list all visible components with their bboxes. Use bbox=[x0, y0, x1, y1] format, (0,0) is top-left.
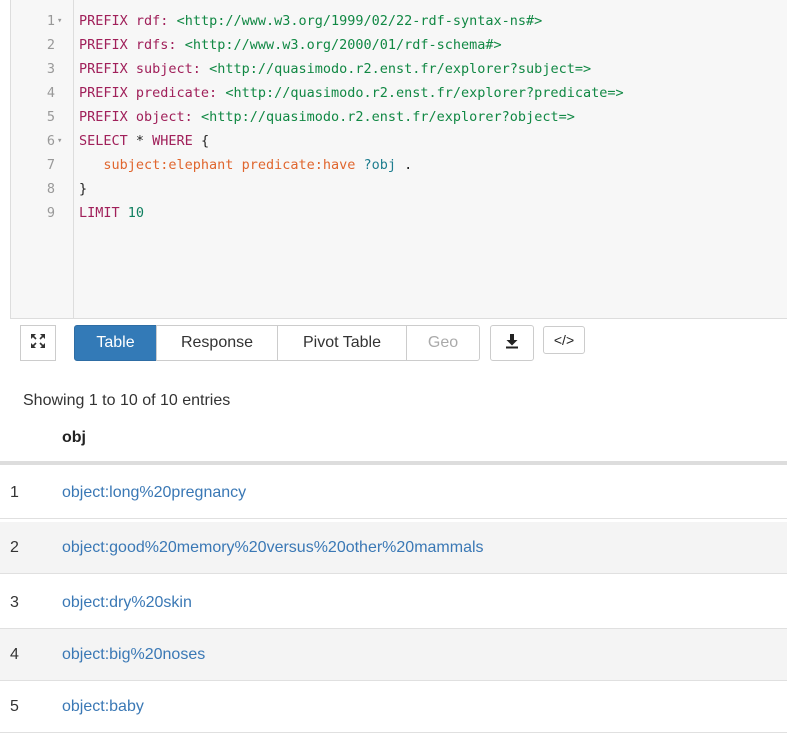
code-line: 9 LIMIT 10 bbox=[11, 201, 787, 225]
code-token: PREFIX bbox=[79, 13, 136, 29]
row-index: 5 bbox=[10, 698, 19, 715]
code-token: } bbox=[79, 181, 88, 197]
code-token: ?obj bbox=[363, 157, 397, 173]
line-number: 4 bbox=[46, 85, 55, 101]
code-token: rdfs: bbox=[135, 37, 177, 53]
code-token: predicate:have bbox=[241, 157, 356, 173]
query-editor[interactable]: 1 ▾ PREFIX rdf: <http://www.w3.org/1999/02… bbox=[10, 0, 787, 319]
embed-button[interactable]: </> bbox=[543, 326, 585, 354]
code-text: } bbox=[79, 177, 87, 201]
code-token: rdf: bbox=[135, 13, 169, 29]
line-number: 2 bbox=[46, 37, 55, 53]
tab-response[interactable]: Response bbox=[156, 325, 278, 361]
code-token: PREFIX bbox=[79, 85, 136, 101]
row-index: 4 bbox=[10, 646, 19, 663]
line-number: 9 bbox=[46, 205, 55, 221]
code-text: SELECT * WHERE { bbox=[79, 129, 209, 153]
result-link[interactable]: object:dry%20skin bbox=[62, 594, 192, 612]
code-token: PREFIX bbox=[79, 61, 136, 77]
row-index: 2 bbox=[10, 539, 19, 556]
results-status: Showing 1 to 10 of 10 entries bbox=[23, 392, 231, 409]
code-token: subject: bbox=[135, 61, 201, 77]
column-header-obj[interactable]: obj bbox=[62, 429, 86, 447]
fullscreen-button[interactable] bbox=[20, 325, 56, 361]
table-row: 4 object:big%20noses bbox=[0, 629, 787, 681]
table-row: 1 object:long%20pregnancy bbox=[0, 467, 787, 519]
code-token: * bbox=[135, 133, 153, 149]
code-token: LIMIT bbox=[79, 205, 128, 221]
code-line: 8} bbox=[11, 177, 787, 201]
code-line: 3 PREFIX subject: <http://quasimodo.r2.en… bbox=[11, 57, 787, 81]
code-token: subject:elephant bbox=[103, 157, 234, 173]
code-text: PREFIX object: <http://quasimodo.r2.enst… bbox=[79, 105, 575, 129]
code-token: . bbox=[396, 157, 413, 173]
table-header: obj bbox=[0, 415, 787, 465]
code-token: <http://quasimodo.r2.enst.fr/explorer?su… bbox=[209, 61, 592, 77]
download-button[interactable] bbox=[490, 325, 534, 361]
line-number: 5 bbox=[46, 109, 55, 125]
download-icon bbox=[504, 333, 520, 354]
row-index: 1 bbox=[10, 484, 19, 501]
code-text: PREFIX rdfs: <http://www.w3.org/2000/01/… bbox=[79, 33, 502, 57]
expand-icon bbox=[30, 333, 46, 354]
code-token: { bbox=[200, 133, 210, 149]
code-text: PREFIX rdf: <http://www.w3.org/1999/02/2… bbox=[79, 9, 542, 33]
code-line: 5 PREFIX object: <http://quasimodo.r2.ens… bbox=[11, 105, 787, 129]
code-token: predicate: bbox=[135, 85, 218, 101]
code-token: SELECT bbox=[79, 133, 136, 149]
code-line: 7 subject:elephant predicate:have ?obj . bbox=[11, 153, 787, 177]
code-token: PREFIX bbox=[79, 37, 136, 53]
table-row: 5 object:baby bbox=[0, 681, 787, 733]
fold-toggle-icon[interactable]: ▾ bbox=[57, 129, 62, 153]
row-index: 3 bbox=[10, 594, 19, 611]
code-token: WHERE bbox=[152, 133, 201, 149]
code-text: LIMIT 10 bbox=[79, 201, 144, 225]
code-text: subject:elephant predicate:have ?obj . bbox=[79, 153, 412, 177]
code-token: object: bbox=[135, 109, 193, 125]
result-link[interactable]: object:good%20memory%20versus%20other%20… bbox=[62, 539, 484, 557]
result-link[interactable]: object:long%20pregnancy bbox=[62, 484, 246, 502]
code-line: 1 ▾ PREFIX rdf: <http://www.w3.org/1999/02… bbox=[11, 9, 787, 33]
line-number: 1 bbox=[46, 13, 55, 29]
result-link[interactable]: object:big%20noses bbox=[62, 646, 205, 664]
code-text: PREFIX subject: <http://quasimodo.r2.ens… bbox=[79, 57, 591, 81]
code-token: PREFIX bbox=[79, 109, 136, 125]
line-number: 7 bbox=[46, 157, 55, 173]
tab-pivot-table[interactable]: Pivot Table bbox=[277, 325, 407, 361]
tab-table[interactable]: Table bbox=[74, 325, 157, 361]
code-token: <http://quasimodo.r2.enst.fr/explorer?pr… bbox=[225, 85, 624, 101]
code-token: <http://www.w3.org/1999/02/22-rdf-syntax… bbox=[176, 13, 543, 29]
code-line: 6 ▾ SELECT * WHERE { bbox=[11, 129, 787, 153]
line-number: 3 bbox=[46, 61, 55, 77]
tab-geo[interactable]: Geo bbox=[406, 325, 480, 361]
code-line: 2 PREFIX rdfs: <http://www.w3.org/2000/01… bbox=[11, 33, 787, 57]
table-row: 2 object:good%20memory%20versus%20other%2… bbox=[0, 522, 787, 574]
code-text: PREFIX predicate: <http://quasimodo.r2.e… bbox=[79, 81, 624, 105]
code-token: <http://www.w3.org/2000/01/rdf-schema#> bbox=[184, 37, 502, 53]
line-number: 8 bbox=[46, 181, 55, 197]
code-token: 10 bbox=[127, 205, 145, 221]
result-link[interactable]: object:baby bbox=[62, 698, 144, 716]
fold-toggle-icon[interactable]: ▾ bbox=[57, 9, 62, 33]
line-number: 6 bbox=[46, 133, 55, 149]
code-line: 4 PREFIX predicate: <http://quasimodo.r2.… bbox=[11, 81, 787, 105]
code-token: <http://quasimodo.r2.enst.fr/explorer?ob… bbox=[200, 109, 575, 125]
table-row: 3 object:dry%20skin bbox=[0, 577, 787, 629]
